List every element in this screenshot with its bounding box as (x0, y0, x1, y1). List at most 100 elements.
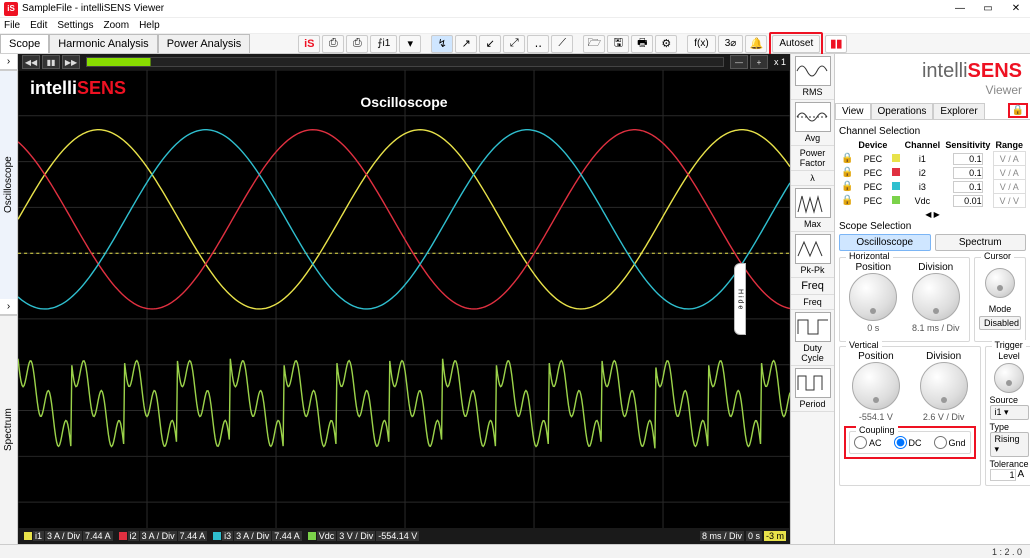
hdiv[interactable]: 8 ms / Div (700, 531, 744, 541)
menu-edit[interactable]: Edit (30, 20, 47, 31)
meas-duty[interactable]: Duty Cycle (791, 310, 834, 366)
capture-progress[interactable] (86, 57, 724, 67)
vert-div-knob[interactable] (920, 362, 968, 410)
window-title: SampleFile - intelliSENS Viewer (22, 3, 164, 14)
channel-table: DeviceChannelSensitivityRange 🔒PECi1V / … (839, 139, 1026, 208)
menu-settings[interactable]: Settings (57, 20, 93, 31)
channel-scroll[interactable]: ◀ ▶ (839, 210, 1026, 219)
brand-logo: intelliSENS Viewer (835, 54, 1030, 103)
toolbar: iS ⎙ ⎙ ⨍i1 ▾ ↯ ↗ ↙ ⤢ ‥ ⟋ 🗁 🖫 🖶 ⚙ f(x) 3⌀… (250, 34, 1030, 53)
meas-lambda[interactable]: λ (791, 171, 834, 186)
cursor5-icon[interactable]: ‥ (527, 35, 549, 53)
zoom-level: x 1 (774, 57, 786, 67)
tab-harmonic[interactable]: Harmonic Analysis (49, 34, 157, 53)
vtab-oscilloscope[interactable]: Oscilloscope (0, 70, 17, 299)
sens-input[interactable] (953, 167, 983, 179)
scope-sel-spec[interactable]: Spectrum (935, 234, 1027, 251)
right-panel: intelliSENS Viewer View Operations Explo… (834, 54, 1030, 544)
vtab-spectrum[interactable]: Spectrum (0, 315, 17, 544)
cursor6-icon[interactable]: ⟋ (551, 35, 573, 53)
meas-period[interactable]: Period (791, 366, 834, 412)
rp-tab-operations[interactable]: Operations (871, 103, 934, 119)
trigger-knob[interactable] (994, 363, 1024, 393)
meas-freq-big[interactable]: Freq (791, 278, 834, 295)
pause-button[interactable]: ▮▮ (825, 35, 847, 53)
minimize-button[interactable]: — (950, 3, 970, 14)
sens-input[interactable] (953, 153, 983, 165)
zoom-out-icon[interactable]: — (730, 55, 748, 69)
lock-highlight: 🔒 (1008, 103, 1028, 118)
menu-zoom[interactable]: Zoom (104, 20, 130, 31)
scope-topbar: ◀◀ ▮▮ ▶▶ — + x 1 (18, 54, 790, 70)
is-icon[interactable]: iS (298, 35, 320, 53)
gear-icon[interactable]: ⚙ (655, 35, 677, 53)
chevron-right-icon[interactable]: › (0, 299, 17, 315)
chevron-right-icon[interactable]: › (0, 54, 17, 70)
scope-sel-osc[interactable]: Oscilloscope (839, 234, 931, 251)
rp-tab-view[interactable]: View (835, 103, 871, 119)
meas-pkpk[interactable]: Pk-Pk (791, 232, 834, 278)
tol-input[interactable] (990, 469, 1016, 481)
rewind-icon[interactable]: ◀◀ (22, 55, 40, 69)
alarm-icon[interactable]: 🔔 (745, 35, 767, 53)
ch-vdc[interactable]: Vdc3 V / Div-554.14 V (306, 530, 422, 542)
fx-button[interactable]: f(x) (687, 35, 715, 53)
meas-pf[interactable]: Power Factor (791, 146, 834, 171)
statusbar: 1 : 2 . 0 (0, 544, 1030, 558)
forward-icon[interactable]: ▶▶ (62, 55, 80, 69)
open-icon[interactable]: 🗁 (583, 35, 605, 53)
meas-rms[interactable]: RMS (791, 54, 834, 100)
rp-tab-explorer[interactable]: Explorer (933, 103, 984, 119)
sens-input[interactable] (953, 181, 983, 193)
marker-icon[interactable]: ⎙ (322, 35, 344, 53)
channel-row[interactable]: 🔒PECVdcV / V (839, 194, 1026, 208)
meas-max[interactable]: Max (791, 186, 834, 232)
save-icon[interactable]: 🖫 (607, 35, 629, 53)
marker2-icon[interactable]: ⎙ (346, 35, 368, 53)
horiz-div-knob[interactable] (912, 273, 960, 321)
scope-canvas[interactable] (18, 70, 790, 528)
trigger-title: Trigger (992, 340, 1026, 350)
cursor2-icon[interactable]: ↗ (455, 35, 477, 53)
hoff[interactable]: -3 m (764, 531, 786, 541)
sens-input[interactable] (953, 195, 983, 207)
tab-power[interactable]: Power Analysis (158, 34, 251, 53)
trigger-type[interactable]: Rising ▾ (990, 432, 1029, 457)
lock-icon[interactable]: 🔒 (1012, 105, 1024, 116)
hpos[interactable]: 0 s (746, 531, 762, 541)
channel-row[interactable]: 🔒PECi2V / A (839, 166, 1026, 180)
meas-avg[interactable]: Avg (791, 100, 834, 146)
meas-freq[interactable]: Freq (791, 295, 834, 310)
pause-icon[interactable]: ▮▮ (42, 55, 60, 69)
fi-button[interactable]: ⨍i1 (370, 35, 397, 53)
coupling-ac[interactable]: AC (854, 436, 882, 449)
horiz-pos-knob[interactable] (849, 273, 897, 321)
cursor-mode[interactable]: Disabled (979, 316, 1021, 330)
autoset-button[interactable]: Autoset (772, 35, 820, 53)
threephase-button[interactable]: 3⌀ (718, 35, 744, 53)
coupling-gnd[interactable]: Gnd (934, 436, 966, 449)
left-tabs: › Oscilloscope › Spectrum (0, 54, 18, 544)
menu-help[interactable]: Help (139, 20, 160, 31)
dropdown-icon[interactable]: ▾ (399, 35, 421, 53)
ch-i3[interactable]: i33 A / Div7.44 A (211, 530, 304, 542)
coupling-highlight: Coupling AC DC Gnd (844, 426, 976, 459)
channel-row[interactable]: 🔒PECi3V / A (839, 180, 1026, 194)
cursor1-icon[interactable]: ↯ (431, 35, 453, 53)
menu-file[interactable]: File (4, 20, 20, 31)
cursor-knob[interactable] (985, 268, 1015, 298)
vert-pos-knob[interactable] (852, 362, 900, 410)
cursor3-icon[interactable]: ↙ (479, 35, 501, 53)
channel-row[interactable]: 🔒PECi1V / A (839, 152, 1026, 166)
ch-i1[interactable]: i13 A / Div7.44 A (22, 530, 115, 542)
trigger-source[interactable]: i1 ▾ (990, 405, 1029, 420)
tab-scope[interactable]: Scope (0, 34, 49, 53)
zoom-in-icon[interactable]: + (750, 55, 768, 69)
close-button[interactable]: ✕ (1006, 3, 1026, 14)
cursor4-icon[interactable]: ⤢ (503, 35, 525, 53)
ch-i2[interactable]: i23 A / Div7.44 A (117, 530, 210, 542)
coupling-dc[interactable]: DC (894, 436, 922, 449)
hide-handle[interactable]: H i d e (734, 263, 746, 335)
print-icon[interactable]: 🖶 (631, 35, 653, 53)
restore-button[interactable]: ▭ (978, 3, 998, 14)
